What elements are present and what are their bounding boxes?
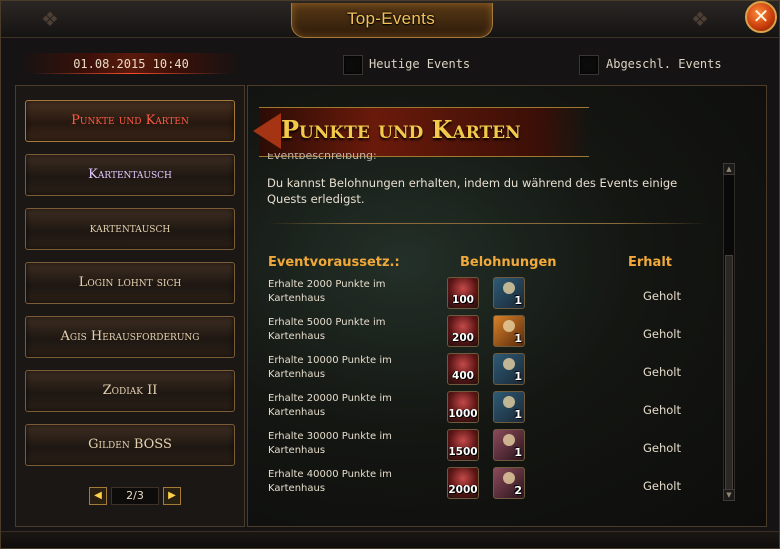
card-figure-icon [503,396,515,408]
points-reward-icon[interactable]: 200 [447,315,479,347]
window-title: Top-Events [346,9,436,28]
requirement-location: Kartenhaus [268,331,326,342]
current-datetime: 01.08.2015 10:40 [73,57,189,71]
row-status: Geholt [643,289,682,303]
column-header-requirement: Eventvoraussetz.: [268,255,400,270]
description-heading: Eventbeschreibung: [267,153,377,161]
card-reward-icon[interactable]: 1 [493,391,525,423]
requirement-location: Kartenhaus [268,483,326,494]
ornament-left-icon: ❖ [41,7,59,31]
card-count: 1 [514,294,522,307]
table-row: Erhalte 40000 Punkte im Kartenhaus 2000 2… [263,467,717,505]
row-requirement: Erhalte 30000 Punkte im Kartenhaus [268,430,438,458]
sidebar-item-kartentausch[interactable]: Kartentausch [25,154,235,196]
sidebar-item-gilden-boss[interactable]: Gilden BOSS [25,424,235,466]
sidebar-item-kartentausch-2[interactable]: kartentausch [25,208,235,250]
requirement-location: Kartenhaus [268,369,326,380]
card-reward-icon[interactable]: 1 [493,315,525,347]
event-description: Du kannst Belohnungen erhalten, indem du… [267,176,678,206]
arrow-right-icon: ▶ [168,490,176,501]
requirement-line: Erhalte 10000 Punkte im [268,355,392,366]
row-requirement: Erhalte 20000 Punkte im Kartenhaus [268,392,438,420]
table-row: Erhalte 10000 Punkte im Kartenhaus 400 1 … [263,353,717,391]
card-figure-icon [503,434,515,446]
row-requirement: Erhalte 5000 Punkte im Kartenhaus [268,316,438,344]
page-indicator: 2/3 [111,487,159,505]
card-count: 1 [514,332,522,345]
points-amount: 100 [452,294,474,306]
requirement-location: Kartenhaus [268,293,326,304]
requirement-line: Erhalte 2000 Punkte im [268,279,386,290]
section-divider [267,223,707,224]
scrollbar-thumb[interactable] [725,255,733,491]
close-button[interactable]: ✕ [745,1,777,33]
completed-events-checkbox[interactable] [579,55,599,75]
sidebar-item-agis-herausforderung[interactable]: Agis Herausforderung [25,316,235,358]
card-figure-icon [503,282,515,294]
card-count: 1 [514,408,522,421]
card-reward-icon[interactable]: 1 [493,353,525,385]
points-reward-icon[interactable]: 2000 [447,467,479,499]
points-reward-icon[interactable]: 1500 [447,429,479,461]
card-figure-icon [503,358,515,370]
previous-page-button[interactable]: ◀ [89,487,107,505]
column-header-status: Erhalt [628,255,672,270]
date-bar-underline [31,73,231,74]
points-reward-icon[interactable]: 400 [447,353,479,385]
card-reward-icon[interactable]: 2 [493,467,525,499]
sidebar-item-zodiak-ii[interactable]: Zodiak II [25,370,235,412]
card-figure-icon [503,472,515,484]
row-requirement: Erhalte 2000 Punkte im Kartenhaus [268,278,438,306]
todays-events-label: Heutige Events [369,57,471,71]
card-figure-icon [503,320,515,332]
row-status: Geholt [643,479,682,493]
card-count: 1 [514,370,522,383]
points-reward-icon[interactable]: 1000 [447,391,479,423]
card-count: 2 [514,484,522,497]
scroll-down-button[interactable]: ▼ [723,489,735,501]
points-amount: 1000 [448,408,478,420]
bottom-border [1,531,779,548]
requirement-line: Erhalte 5000 Punkte im [268,317,386,328]
todays-events-checkbox[interactable] [343,55,363,75]
row-status: Geholt [643,403,682,417]
points-amount: 400 [452,370,474,382]
caret-down-icon: ▼ [726,491,732,499]
table-row: Erhalte 2000 Punkte im Kartenhaus 100 1 G… [263,277,717,315]
sidebar-item-punkte-und-karten[interactable]: Punkte und Karten [25,100,235,142]
points-reward-icon[interactable]: 100 [447,277,479,309]
next-page-button[interactable]: ▶ [163,487,181,505]
points-amount: 2000 [448,484,478,496]
requirement-line: Erhalte 30000 Punkte im [268,431,392,442]
points-amount: 1500 [448,446,478,458]
table-row: Erhalte 30000 Punkte im Kartenhaus 1500 1… [263,429,717,467]
ornament-right-icon: ❖ [691,7,709,31]
requirement-line: Erhalte 20000 Punkte im [268,393,392,404]
event-title: Punkte und Karten [281,115,521,144]
card-count: 1 [514,446,522,459]
table-row: Erhalte 5000 Punkte im Kartenhaus 200 1 G… [263,315,717,353]
completed-events-label: Abgeschl. Events [606,57,722,71]
requirement-location: Kartenhaus [268,407,326,418]
scroll-up-button[interactable]: ▲ [723,163,735,175]
row-status: Geholt [643,441,682,455]
row-requirement: Erhalte 40000 Punkte im Kartenhaus [268,468,438,496]
points-amount: 200 [452,332,474,344]
row-status: Geholt [643,365,682,379]
top-events-window: ❖ ❖ Top-Events ✕ 01.08.2015 10:40 Heutig… [0,0,780,549]
caret-up-icon: ▲ [726,165,732,173]
row-status: Geholt [643,327,682,341]
card-reward-icon[interactable]: 1 [493,277,525,309]
requirement-location: Kartenhaus [268,445,326,456]
sidebar-item-login-lohnt-sich[interactable]: Login lohnt sich [25,262,235,304]
arrow-left-icon: ◀ [94,490,102,501]
card-reward-icon[interactable]: 1 [493,429,525,461]
requirement-line: Erhalte 40000 Punkte im [268,469,392,480]
table-row: Erhalte 20000 Punkte im Kartenhaus 1000 1… [263,391,717,429]
row-requirement: Erhalte 10000 Punkte im Kartenhaus [268,354,438,382]
column-header-rewards: Belohnungen [460,255,557,270]
